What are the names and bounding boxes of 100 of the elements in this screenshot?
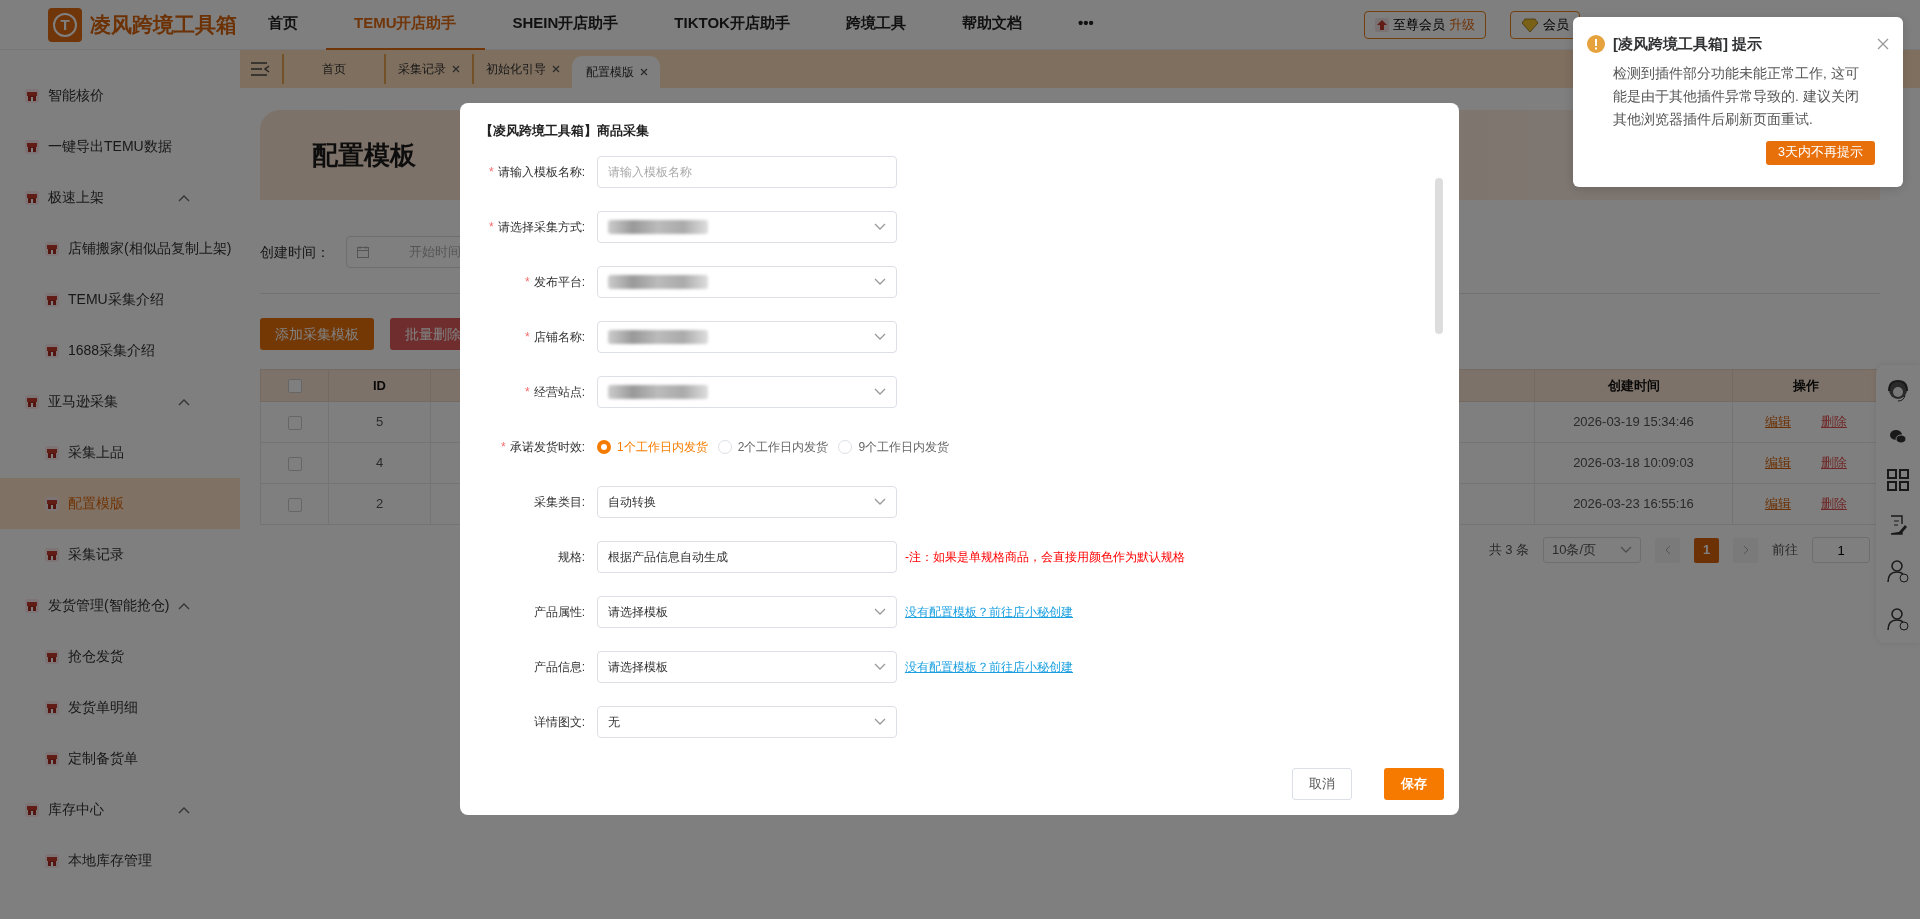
required-mark: *	[525, 275, 530, 289]
sidebar-item[interactable]: 智能核价	[0, 70, 240, 121]
radio-option[interactable]: 9个工作日内发货	[838, 438, 950, 456]
page-tab[interactable]: 配置模版	[572, 56, 660, 88]
chevron-down-icon	[874, 223, 886, 231]
table-cell: 2026-03-23 16:55:16	[1534, 483, 1733, 525]
create-template-link[interactable]: 没有配置模板？前往店小秘创建	[905, 603, 1073, 621]
select-field[interactable]: 无	[597, 706, 897, 738]
more-menu[interactable]: •••	[1049, 0, 1122, 50]
dismiss-button[interactable]: 3天内不再提示	[1766, 140, 1875, 165]
menu-icon[interactable]	[250, 61, 270, 77]
row-checkbox[interactable]	[287, 456, 302, 471]
field-label: 规格:	[557, 550, 585, 564]
qr-code-icon[interactable]	[1887, 469, 1909, 491]
nav-tab[interactable]: 首页	[240, 0, 326, 50]
sidebar-item[interactable]: TEMU采集介绍	[0, 274, 240, 325]
store-icon	[24, 189, 40, 206]
select-field[interactable]	[597, 321, 897, 353]
page-tab[interactable]: 首页	[282, 54, 384, 84]
store-icon	[24, 87, 40, 104]
note-edit-icon[interactable]	[1889, 515, 1907, 535]
field-label: 详情图文:	[533, 715, 585, 729]
chevron-down-icon	[874, 608, 886, 616]
goto-label: 前往	[1772, 541, 1798, 560]
sidebar-item[interactable]: 库存中心	[0, 784, 240, 835]
membership-button[interactable]: 会员	[1510, 10, 1580, 39]
chevron-down-icon	[874, 498, 886, 506]
sidebar-item[interactable]: 定制备货单	[0, 733, 240, 784]
store-icon	[44, 495, 60, 512]
sidebar-item[interactable]: 极速上架	[0, 172, 240, 223]
chevron-left-icon	[1664, 545, 1671, 555]
edit-link[interactable]: 编辑	[1765, 455, 1791, 471]
required-mark: *	[525, 385, 530, 399]
page-size-select[interactable]: 10条/页	[1543, 537, 1641, 563]
table-cell: 2026-03-18 10:09:03	[1534, 442, 1733, 484]
page-number-field[interactable]: 1	[1812, 537, 1870, 563]
field-label: 产品属性:	[533, 605, 585, 619]
page-button[interactable]: 1	[1694, 537, 1719, 563]
row-checkbox[interactable]	[287, 415, 302, 430]
user-icon[interactable]	[1887, 559, 1909, 583]
close-icon[interactable]	[552, 65, 560, 73]
text-field[interactable]: 请输入模板名称	[597, 156, 897, 188]
save-button[interactable]: 保存	[1384, 768, 1444, 800]
sidebar-item[interactable]: 本地库存管理	[0, 835, 240, 886]
sidebar-item[interactable]: 发货管理(智能抢仓)	[0, 580, 240, 631]
row-checkbox[interactable]	[287, 497, 302, 512]
select-field[interactable]: 请选择模板	[597, 651, 897, 683]
nav-tab[interactable]: TIKTOK开店助手	[646, 0, 818, 50]
page-tab[interactable]: 采集记录	[384, 54, 472, 84]
radio-option[interactable]: 2个工作日内发货	[717, 438, 829, 456]
filter-label: 创建时间：	[260, 242, 330, 262]
chevron-down-icon	[874, 388, 886, 396]
store-icon	[44, 852, 60, 869]
notification-title: [凌风跨境工具箱] 提示	[1613, 34, 1764, 54]
delete-link[interactable]: 删除	[1821, 414, 1847, 430]
nav-tab[interactable]: 跨境工具	[817, 0, 934, 50]
add-button[interactable]: 添加采集模板	[260, 318, 374, 350]
scrollbar-thumb[interactable]	[1435, 178, 1443, 334]
text-field[interactable]: 根据产品信息自动生成	[597, 541, 897, 573]
store-icon	[44, 648, 60, 665]
table-cell: 5	[328, 401, 431, 443]
field-label: 采集类目:	[533, 495, 585, 509]
required-mark: *	[489, 220, 494, 234]
field-label: 产品信息:	[533, 660, 585, 674]
sidebar-item[interactable]: 1688采集介绍	[0, 325, 240, 376]
membership-button[interactable]: 至尊会员 升级	[1364, 10, 1486, 39]
sidebar-item[interactable]: 发货单明细	[0, 682, 240, 733]
chevron-down-icon	[874, 278, 886, 286]
logo-icon: T	[48, 7, 82, 42]
select-all-checkbox[interactable]	[287, 379, 302, 394]
edit-link[interactable]: 编辑	[1765, 414, 1791, 430]
close-icon[interactable]	[640, 68, 648, 76]
edit-link[interactable]: 编辑	[1765, 496, 1791, 512]
sidebar-item[interactable]: 亚马逊采集	[0, 376, 240, 427]
select-field[interactable]	[597, 266, 897, 298]
sidebar-item[interactable]: 店铺搬家(相似品复制上架)	[0, 223, 240, 274]
sidebar-item[interactable]: 采集上品	[0, 427, 240, 478]
close-icon[interactable]	[452, 65, 460, 73]
select-field[interactable]: 请选择模板	[597, 596, 897, 628]
create-template-link[interactable]: 没有配置模板？前往店小秘创建	[905, 658, 1073, 676]
sidebar-item[interactable]: 采集记录	[0, 529, 240, 580]
nav-tab[interactable]: 帮助文档	[933, 0, 1050, 50]
arrow-up-icon	[1375, 17, 1389, 32]
table-cell: 2026-03-19 15:34:46	[1534, 401, 1733, 443]
chat-icon[interactable]	[1889, 429, 1907, 445]
sidebar-item[interactable]: 一键导出TEMU数据	[0, 121, 240, 172]
sidebar-item[interactable]: 抢仓发货	[0, 631, 240, 682]
select-field[interactable]	[597, 211, 897, 243]
select-field[interactable]: 自动转换	[597, 486, 897, 518]
radio-option[interactable]: 1个工作日内发货	[597, 438, 708, 456]
field-label: 承诺发货时效:	[509, 440, 585, 454]
table-cell: 4	[328, 442, 431, 484]
nav-tab[interactable]: SHEIN开店助手	[484, 0, 647, 50]
close-icon[interactable]	[1877, 38, 1889, 51]
select-field[interactable]	[597, 376, 897, 408]
cancel-button[interactable]: 取消	[1292, 768, 1352, 800]
store-icon	[24, 801, 40, 818]
user-icon[interactable]	[1887, 607, 1909, 631]
delete-link[interactable]: 删除	[1821, 496, 1847, 512]
delete-link[interactable]: 删除	[1821, 455, 1847, 471]
